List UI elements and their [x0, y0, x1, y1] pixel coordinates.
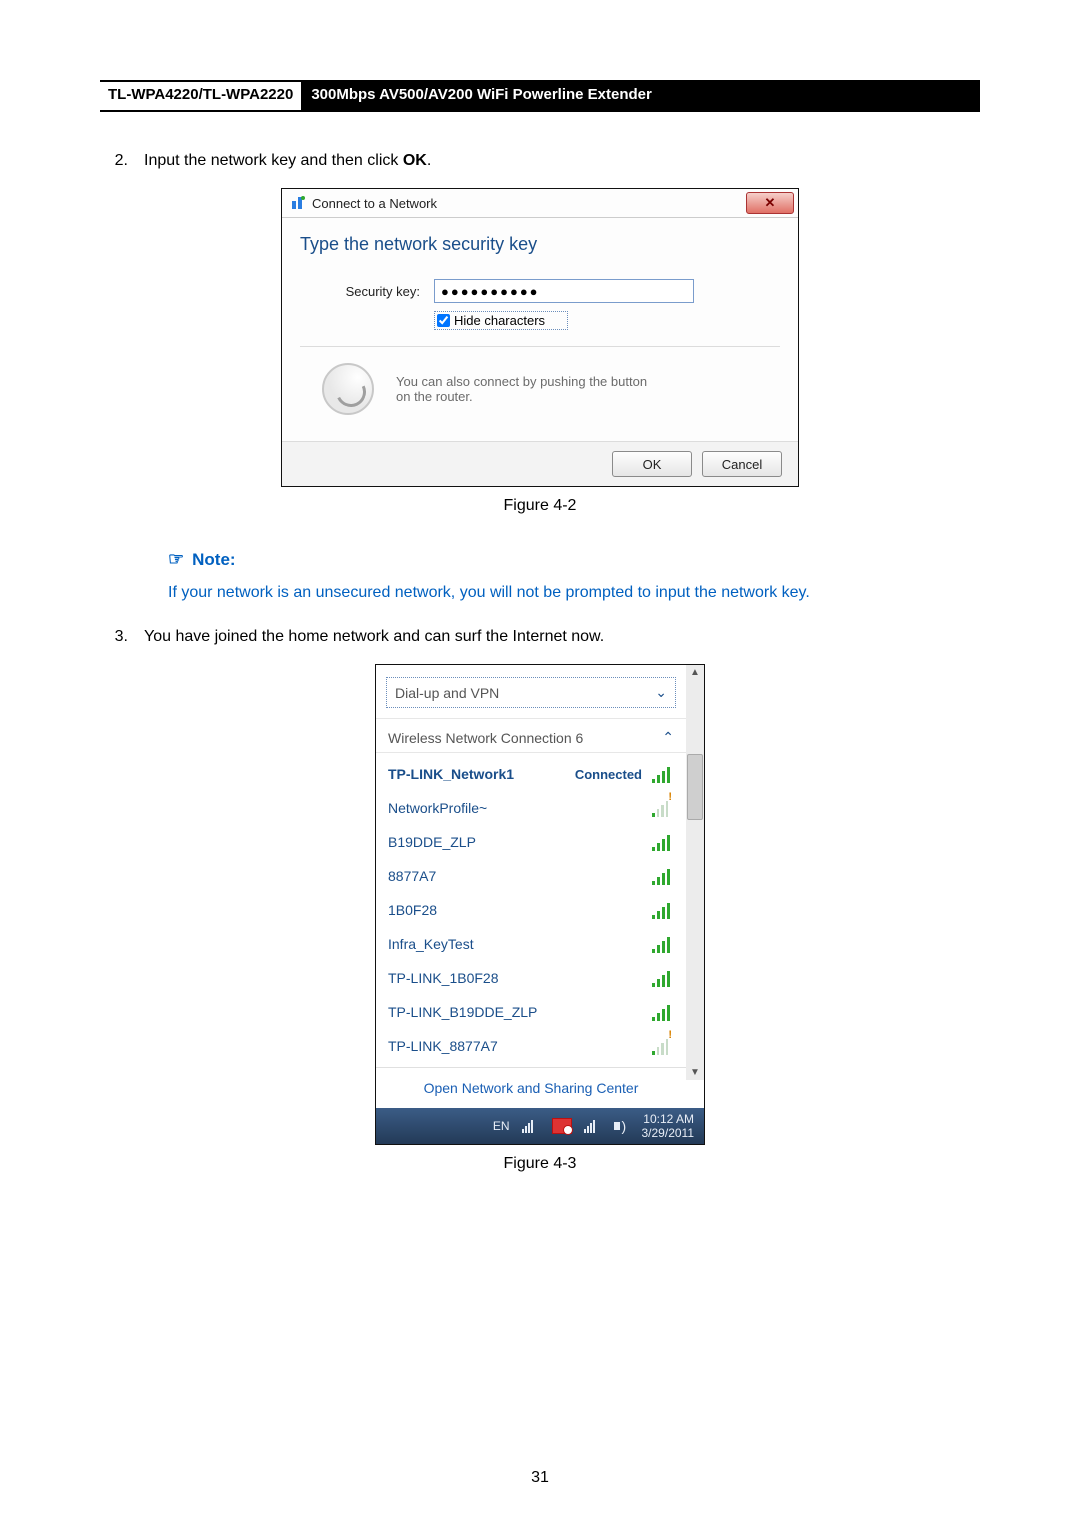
model-number: TL-WPA4220/TL-WPA2220 [100, 82, 301, 110]
cancel-button[interactable]: Cancel [702, 451, 782, 477]
signal-tray-icon[interactable] [522, 1119, 540, 1133]
network-name: Infra_KeyTest [388, 936, 652, 952]
dialog-title: Connect to a Network [312, 196, 437, 211]
product-name: 300Mbps AV500/AV200 WiFi Powerline Exten… [301, 82, 980, 110]
network-item[interactable]: NetworkProfile~ [376, 791, 686, 825]
volume-tray-icon[interactable] [614, 1119, 630, 1133]
signal-icon [652, 935, 674, 953]
network-item[interactable]: TP-LINK_8877A7 [376, 1029, 686, 1063]
chevron-up-icon: ⌃ [662, 729, 674, 746]
network-name: TP-LINK_1B0F28 [388, 970, 652, 986]
system-tray: EN 10:12 AM3/29/2011 [376, 1108, 704, 1144]
dialog-button-bar: OK Cancel [282, 441, 798, 486]
note-heading: ☞Note: [168, 549, 980, 570]
network-list: TP-LINK_Network1Connected NetworkProfile~… [376, 753, 686, 1067]
signal-icon [652, 969, 674, 987]
step-text: You have joined the home network and can… [144, 628, 604, 646]
hide-characters-checkbox[interactable]: Hide characters [434, 311, 568, 330]
step-text: Input the network key and then click OK. [144, 152, 431, 170]
figure-caption-1: Figure 4-2 [100, 497, 980, 515]
signal-icon [652, 799, 674, 817]
network-item[interactable]: B19DDE_ZLP [376, 825, 686, 859]
step-3: 3. You have joined the home network and … [100, 628, 980, 646]
signal-icon [652, 833, 674, 851]
scroll-up-icon[interactable]: ▲ [690, 665, 700, 680]
close-button[interactable]: ✕ [746, 192, 794, 214]
network-item[interactable]: TP-LINK_Network1Connected [376, 757, 686, 791]
security-key-input[interactable] [434, 279, 694, 303]
step-number: 2. [100, 152, 144, 170]
wireless-section-header[interactable]: Wireless Network Connection 6 ⌃ [376, 718, 686, 753]
step-number: 3. [100, 628, 144, 646]
network-item[interactable]: Infra_KeyTest [376, 927, 686, 961]
dialog-titlebar: Connect to a Network ✕ [282, 189, 798, 218]
action-center-icon[interactable] [552, 1118, 572, 1134]
signal-icon [652, 765, 674, 783]
network-item[interactable]: TP-LINK_1B0F28 [376, 961, 686, 995]
page-number: 31 [0, 1469, 1080, 1487]
network-name: B19DDE_ZLP [388, 834, 652, 850]
hide-characters-box[interactable] [437, 314, 450, 327]
wps-hint: You can also connect by pushing the butt… [300, 347, 780, 435]
network-status: Connected [575, 767, 642, 782]
ok-button[interactable]: OK [612, 451, 692, 477]
note-body: If your network is an unsecured network,… [168, 584, 980, 602]
network-name: TP-LINK_Network1 [388, 766, 575, 782]
network-name: 1B0F28 [388, 902, 652, 918]
network-flyout: ▲ ▼ Dial-up and VPN ⌄ Wireless Network C… [375, 664, 705, 1145]
signal-icon [652, 1003, 674, 1021]
network-tray-icon[interactable] [584, 1119, 602, 1133]
step-2: 2. Input the network key and then click … [100, 152, 980, 170]
scroll-thumb[interactable] [687, 754, 703, 820]
network-name: TP-LINK_B19DDE_ZLP [388, 1004, 652, 1020]
scroll-down-icon[interactable]: ▼ [690, 1065, 700, 1080]
hand-icon: ☞ [168, 549, 184, 569]
network-item[interactable]: TP-LINK_B19DDE_ZLP [376, 995, 686, 1029]
wps-icon [322, 363, 374, 415]
network-icon [290, 195, 306, 211]
network-name: NetworkProfile~ [388, 800, 652, 816]
signal-icon [652, 867, 674, 885]
chevron-down-icon: ⌄ [655, 684, 667, 701]
network-name: 8877A7 [388, 868, 652, 884]
open-network-center-link[interactable]: Open Network and Sharing Center [376, 1067, 686, 1108]
connect-network-dialog: Connect to a Network ✕ Type the network … [281, 188, 799, 487]
doc-header: TL-WPA4220/TL-WPA2220 300Mbps AV500/AV20… [100, 80, 980, 112]
network-name: TP-LINK_8877A7 [388, 1038, 652, 1054]
tray-clock[interactable]: 10:12 AM3/29/2011 [642, 1112, 695, 1140]
dialup-vpn-group[interactable]: Dial-up and VPN ⌄ [386, 677, 676, 708]
signal-icon [652, 1037, 674, 1055]
network-item[interactable]: 1B0F28 [376, 893, 686, 927]
language-indicator[interactable]: EN [493, 1119, 510, 1133]
security-key-label: Security key: [300, 284, 434, 299]
signal-icon [652, 901, 674, 919]
scrollbar[interactable]: ▲ ▼ [686, 665, 704, 1080]
figure-caption-2: Figure 4-3 [100, 1155, 980, 1173]
dialog-heading: Type the network security key [300, 234, 780, 255]
network-item[interactable]: 8877A7 [376, 859, 686, 893]
